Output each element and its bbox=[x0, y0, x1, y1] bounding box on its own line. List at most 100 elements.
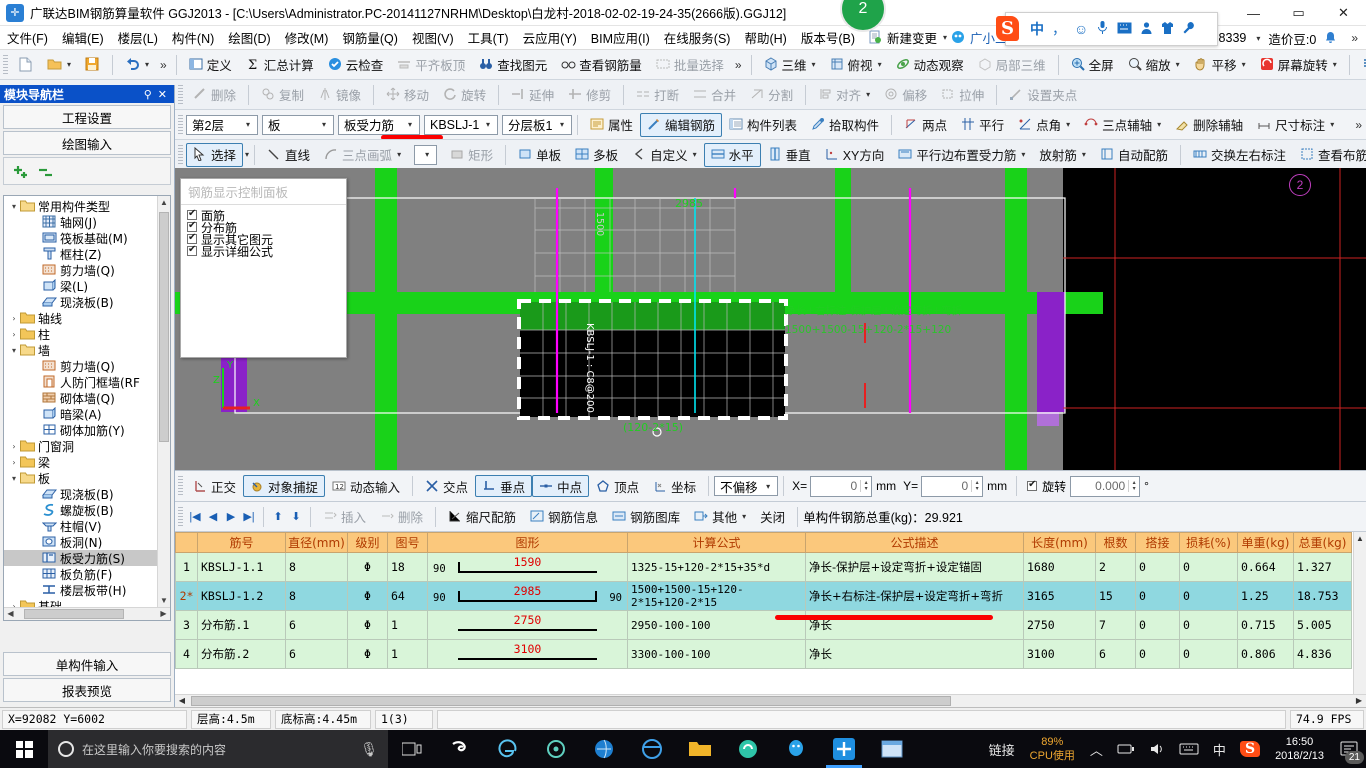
tab-drawing-input[interactable]: 绘图输入 bbox=[3, 131, 171, 155]
account-caret[interactable]: ▾ bbox=[1256, 34, 1260, 43]
copy-button[interactable]: 复制 bbox=[254, 83, 311, 107]
xy-direction-button[interactable]: XY方向 bbox=[818, 143, 892, 167]
taskbar-app-360[interactable] bbox=[532, 730, 580, 768]
grid-scroll-left[interactable]: ◀ bbox=[175, 695, 189, 707]
cell-length[interactable]: 3165 bbox=[1023, 581, 1096, 611]
tray-link-label[interactable]: 链接 bbox=[982, 740, 1022, 759]
cell-figure-no[interactable]: 18 bbox=[387, 552, 428, 582]
arc-tool-caret[interactable]: ▾ bbox=[397, 150, 401, 159]
ime-settings-icon[interactable] bbox=[1180, 21, 1198, 38]
stretch-button[interactable]: 拉伸 bbox=[934, 83, 991, 107]
tree-item-11[interactable]: 人防门框墙(RF bbox=[4, 374, 157, 390]
view-rebar-layout-button[interactable]: 查看布筋 ▾ bbox=[1293, 143, 1366, 167]
tree-expander[interactable]: ▾ bbox=[8, 202, 20, 211]
cell-shape[interactable]: 2985 90 90 bbox=[427, 581, 628, 611]
nav-first-button[interactable]: |◀ bbox=[186, 508, 204, 526]
toolbar1-overflow-left[interactable]: » bbox=[156, 58, 171, 72]
auto-rebar-button[interactable]: 自动配筋 bbox=[1093, 143, 1175, 167]
checkbox-row-show-formula[interactable]: 显示详细公式 bbox=[187, 244, 340, 259]
pan-caret[interactable]: ▾ bbox=[1242, 60, 1246, 69]
menu-item-help[interactable]: 帮助(H) bbox=[737, 25, 793, 50]
cell-count[interactable]: 6 bbox=[1095, 639, 1136, 669]
tree-item-9[interactable]: ▾ 墙 bbox=[4, 342, 157, 358]
cell-diameter[interactable]: 8 bbox=[285, 552, 348, 582]
tree-item-19[interactable]: 螺旋板(B) bbox=[4, 502, 157, 518]
pan-button[interactable]: 平移 ▾ bbox=[1187, 53, 1253, 77]
table-header-3[interactable]: 级别 bbox=[347, 532, 388, 553]
delete-row-button[interactable]: 删除 bbox=[373, 505, 430, 529]
rebar-library-button[interactable]: 钢筋图库 bbox=[605, 505, 687, 529]
table-header-13[interactable]: 总重(kg) bbox=[1293, 532, 1352, 553]
cell-shape[interactable]: 2750 bbox=[427, 610, 628, 640]
menu-item-rebar[interactable]: 钢筋量(Q) bbox=[335, 25, 405, 50]
add-icon[interactable] bbox=[12, 164, 27, 179]
layer-select[interactable]: 分层板1 ▾ bbox=[502, 114, 572, 135]
tree-item-16[interactable]: › 梁 bbox=[4, 454, 157, 470]
open-caret[interactable]: ▾ bbox=[67, 60, 71, 69]
cell-lap[interactable]: 0 bbox=[1135, 581, 1180, 611]
tray-sogou-icon[interactable]: S bbox=[1233, 741, 1267, 757]
other-button[interactable]: 其他 ▾ bbox=[687, 505, 753, 529]
tabletools-grip[interactable] bbox=[178, 506, 183, 527]
keyboard-icon[interactable] bbox=[1172, 743, 1206, 755]
menu-item-file[interactable]: 文件(F) bbox=[0, 25, 55, 50]
grid-hscroll-thumb[interactable] bbox=[191, 696, 951, 706]
component-type-caret[interactable]: ▾ bbox=[317, 120, 331, 129]
tray-expand-icon[interactable]: ︿ bbox=[1083, 740, 1110, 759]
cell-length[interactable]: 3100 bbox=[1023, 639, 1096, 669]
tree-expander[interactable]: › bbox=[8, 458, 20, 467]
menu-item-cloud[interactable]: 云应用(Y) bbox=[516, 25, 584, 50]
cell-shape[interactable]: 1590 90 bbox=[427, 552, 628, 582]
tree-item-15[interactable]: › 门窗洞 bbox=[4, 438, 157, 454]
properties-button[interactable]: 属性 bbox=[583, 113, 640, 137]
nav-next-button[interactable]: ▶ bbox=[222, 508, 240, 526]
table-row[interactable]: 2* KBSLJ-1.2 8 Φ 64 2985 90 90 1500+1500-15+120-… bbox=[175, 581, 1352, 611]
set-grip-button[interactable]: 设置夹点 bbox=[1002, 83, 1084, 107]
bell-icon[interactable] bbox=[1324, 31, 1339, 46]
row-down-button[interactable]: ⬇ bbox=[287, 508, 305, 526]
tree-item-14[interactable]: 砌体加筋(Y) bbox=[4, 422, 157, 438]
ime-voice-icon[interactable] bbox=[1094, 20, 1111, 38]
trim-button[interactable]: 修剪 bbox=[561, 83, 618, 107]
rotate-input-spinner[interactable]: ▴ ▾ bbox=[1128, 480, 1139, 492]
swap-annotation-button[interactable]: 交换左右标注 bbox=[1186, 143, 1293, 167]
tab-project-settings[interactable]: 工程设置 bbox=[3, 105, 171, 129]
ime-language-indicator[interactable]: 中 bbox=[1206, 740, 1233, 759]
screen-rotate-button[interactable]: 屏幕旋转 ▾ bbox=[1253, 53, 1344, 77]
align-button[interactable]: 对齐 ▾ bbox=[811, 83, 877, 107]
volume-icon[interactable] bbox=[1142, 742, 1172, 756]
tree-expander[interactable]: › bbox=[8, 330, 20, 339]
y-input[interactable]: 0 ▴ ▾ bbox=[921, 475, 984, 497]
floor-select-caret[interactable]: ▾ bbox=[241, 120, 255, 129]
cell-length[interactable]: 2750 bbox=[1023, 610, 1096, 640]
ime-emoji-icon[interactable]: ☺ bbox=[1072, 21, 1090, 37]
menu-item-view[interactable]: 视图(V) bbox=[405, 25, 461, 50]
floor-select[interactable]: 第2层 ▾ bbox=[186, 114, 258, 135]
delete-button[interactable]: 删除 bbox=[186, 83, 243, 107]
tree-item-10[interactable]: 剪力墙(Q) bbox=[4, 358, 157, 374]
line-tool-button[interactable]: 直线 bbox=[260, 143, 317, 167]
minimize-button[interactable]: — bbox=[1231, 0, 1276, 26]
tree-expander[interactable]: › bbox=[8, 442, 20, 451]
rectangle-tool-button[interactable]: 矩形 bbox=[443, 143, 500, 167]
rebar-type-caret[interactable]: ▾ bbox=[403, 120, 417, 129]
select-tool-button[interactable]: 选择 bbox=[186, 142, 244, 167]
three-d-caret[interactable]: ▾ bbox=[812, 60, 816, 69]
multi-slab-button[interactable]: 多板 bbox=[568, 143, 625, 167]
cell-grade[interactable]: Φ bbox=[347, 610, 388, 640]
row-up-button[interactable]: ⬆ bbox=[269, 508, 287, 526]
cell-loss[interactable]: 0 bbox=[1179, 610, 1238, 640]
tree-scroll-down[interactable]: ▼ bbox=[158, 594, 170, 607]
cell-rebar-name[interactable]: 分布筋.1 bbox=[197, 610, 286, 640]
x-input-spinner[interactable]: ▴ ▾ bbox=[860, 480, 871, 492]
fullscreen-button[interactable]: 全屏 bbox=[1064, 53, 1121, 77]
cell-formula-description[interactable]: 净长+右标注-保护层+设定弯折+弯折 bbox=[805, 581, 1024, 611]
taskbar-app-edge-legacy[interactable] bbox=[484, 730, 532, 768]
taskbar-search[interactable]: 在这里输入你要搜索的内容 🎙 bbox=[48, 730, 388, 768]
parallel-edge-rebar-button[interactable]: 平行边布置受力筋 ▾ bbox=[891, 143, 1032, 167]
cell-index[interactable]: 3 bbox=[175, 610, 198, 640]
menu-item-component[interactable]: 构件(N) bbox=[165, 25, 221, 50]
zoom-caret[interactable]: ▾ bbox=[1176, 60, 1180, 69]
grid-vertical-scrollbar[interactable]: ▲ ▼ bbox=[1353, 532, 1366, 707]
nav-prev-button[interactable]: ◀ bbox=[204, 508, 222, 526]
